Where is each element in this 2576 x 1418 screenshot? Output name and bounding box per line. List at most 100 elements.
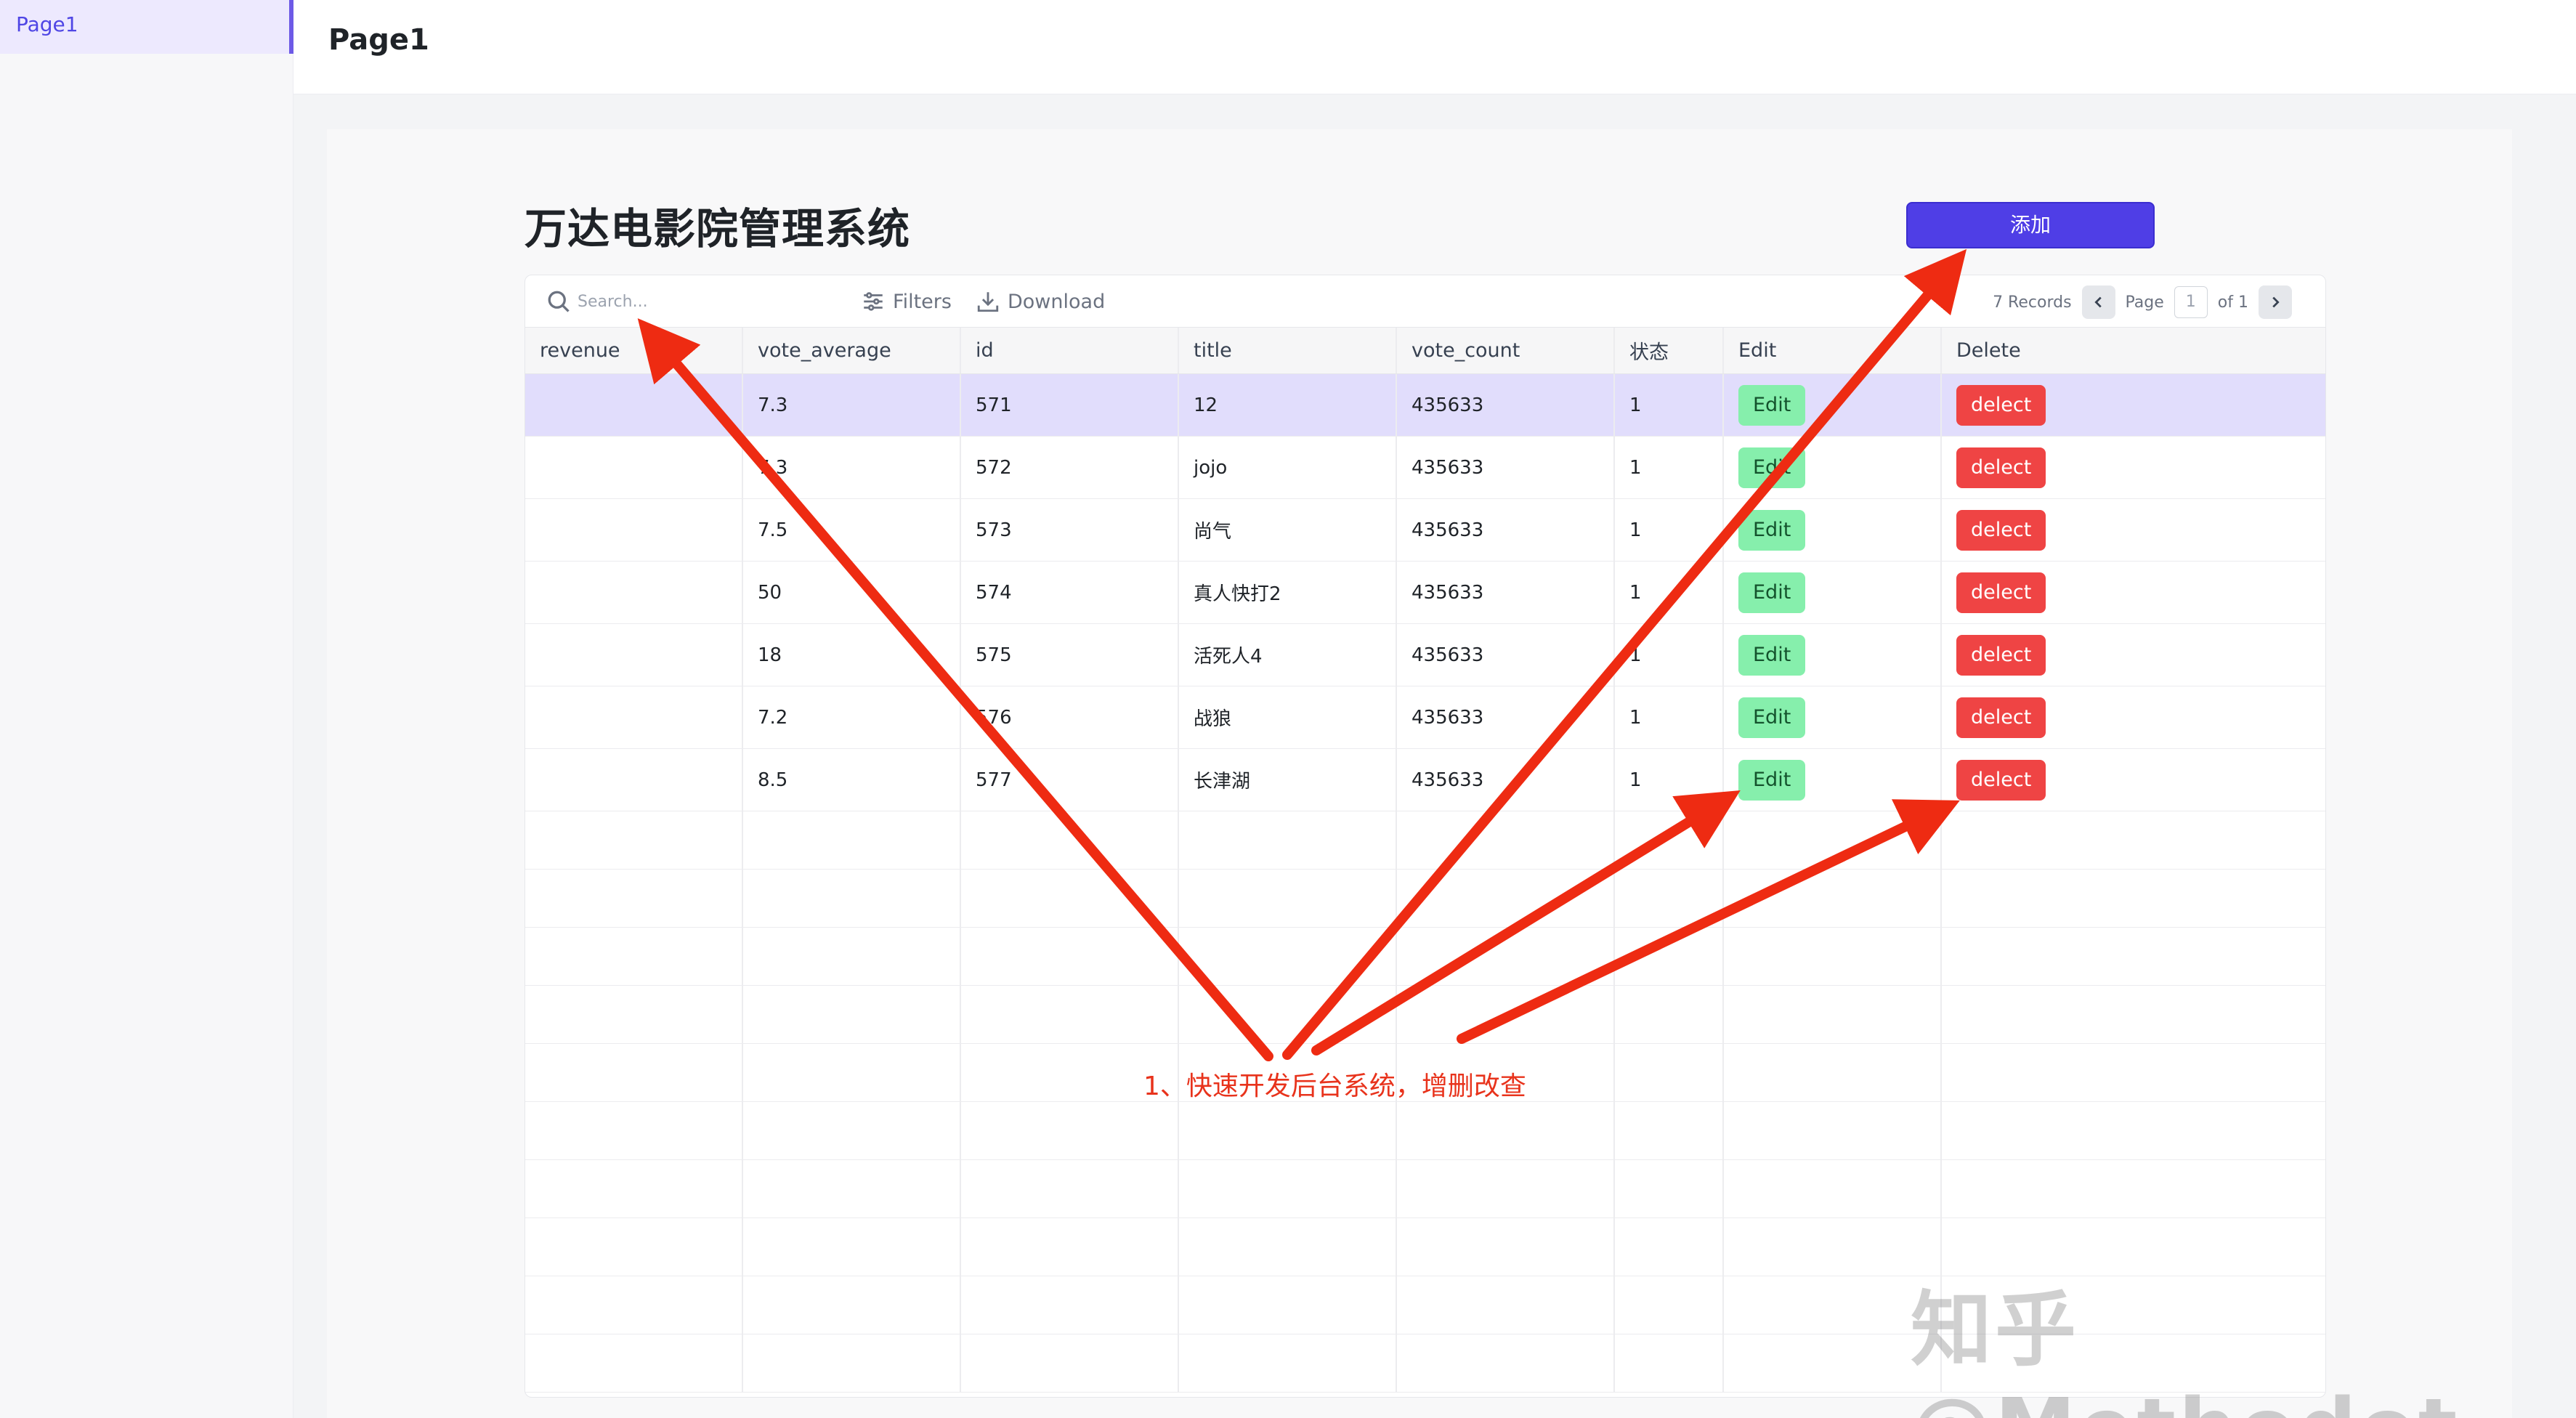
delete-button[interactable]: delect bbox=[1956, 759, 2046, 801]
edit-button[interactable]: Edit bbox=[1738, 759, 1806, 801]
edit-button[interactable]: Edit bbox=[1738, 509, 1806, 551]
cell-id: 575 bbox=[961, 624, 1179, 686]
cell-edit: Edit bbox=[1724, 374, 1942, 436]
cell-title: 长津湖 bbox=[1179, 749, 1397, 811]
cell-delete: delect bbox=[1942, 749, 2325, 811]
annotation-caption: 1、快速开发后台系统，增删改查 bbox=[1143, 1071, 1526, 1101]
table-row[interactable]: 8.5 577 长津湖 435633 1 Edit delect bbox=[525, 749, 2325, 811]
column-header-id[interactable]: id bbox=[961, 328, 1179, 373]
delete-button[interactable]: delect bbox=[1956, 509, 2046, 551]
cell-vote-count: 435633 bbox=[1397, 499, 1615, 561]
empty-row bbox=[525, 928, 2325, 986]
table-row[interactable]: 7.2 576 战狼 435633 1 Edit delect bbox=[525, 686, 2325, 749]
cell-edit: Edit bbox=[1724, 499, 1942, 561]
cell-id: 576 bbox=[961, 686, 1179, 748]
table-row[interactable]: 50 574 真人快打2 435633 1 Edit delect bbox=[525, 562, 2325, 624]
column-header-title[interactable]: title bbox=[1179, 328, 1397, 373]
chevron-left-icon bbox=[2094, 296, 2102, 308]
cell-revenue bbox=[525, 749, 743, 811]
cell-title: jojo bbox=[1179, 437, 1397, 498]
page-label: Page bbox=[2125, 293, 2164, 312]
cell-delete: delect bbox=[1942, 437, 2325, 498]
cell-status: 1 bbox=[1615, 562, 1724, 623]
delete-button[interactable]: delect bbox=[1956, 572, 2046, 613]
cell-delete: delect bbox=[1942, 686, 2325, 748]
search-icon bbox=[548, 291, 570, 312]
delete-button[interactable]: delect bbox=[1956, 697, 2046, 738]
cell-vote-count: 435633 bbox=[1397, 437, 1615, 498]
page-title: Page1 bbox=[328, 23, 429, 57]
empty-row bbox=[525, 1160, 2325, 1218]
cell-status: 1 bbox=[1615, 624, 1724, 686]
cell-id: 571 bbox=[961, 374, 1179, 436]
cell-delete: delect bbox=[1942, 562, 2325, 623]
cell-revenue bbox=[525, 374, 743, 436]
cell-title: 尚气 bbox=[1179, 499, 1397, 561]
table-row[interactable]: 18 575 活死人4 435633 1 Edit delect bbox=[525, 624, 2325, 686]
edit-button[interactable]: Edit bbox=[1738, 634, 1806, 676]
cell-delete: delect bbox=[1942, 499, 2325, 561]
cell-vote-average: 7.5 bbox=[743, 499, 961, 561]
column-header-edit: Edit bbox=[1724, 328, 1942, 373]
table-toolbar: Filters Download 7 Records Page 1 of 1 bbox=[525, 275, 2325, 328]
watermark: 知乎 @Methodot bbox=[1911, 1283, 2457, 1418]
records-count: 7 Records bbox=[1993, 293, 2072, 312]
data-table: revenue vote_average id title vote_count… bbox=[525, 328, 2325, 1393]
cell-revenue bbox=[525, 686, 743, 748]
cell-vote-average: 7.3 bbox=[743, 437, 961, 498]
next-page-button[interactable] bbox=[2259, 285, 2292, 319]
cell-edit: Edit bbox=[1724, 749, 1942, 811]
search-input[interactable] bbox=[578, 287, 795, 316]
cell-delete: delect bbox=[1942, 624, 2325, 686]
cell-id: 574 bbox=[961, 562, 1179, 623]
filters-icon bbox=[864, 292, 883, 311]
cell-revenue bbox=[525, 499, 743, 561]
edit-button[interactable]: Edit bbox=[1738, 572, 1806, 613]
cell-title: 12 bbox=[1179, 374, 1397, 436]
cell-vote-count: 435633 bbox=[1397, 374, 1615, 436]
download-button[interactable]: Download bbox=[976, 288, 1105, 315]
table-row[interactable]: 7.3 572 jojo 435633 1 Edit delect bbox=[525, 437, 2325, 499]
cell-revenue bbox=[525, 562, 743, 623]
header: Page1 bbox=[293, 0, 2576, 94]
edit-button[interactable]: Edit bbox=[1738, 447, 1806, 488]
cell-id: 572 bbox=[961, 437, 1179, 498]
sidebar: Page1 bbox=[0, 0, 293, 1418]
column-header-status[interactable]: 状态 bbox=[1615, 328, 1724, 373]
column-header-revenue[interactable]: revenue bbox=[525, 328, 743, 373]
cell-status: 1 bbox=[1615, 374, 1724, 436]
sidebar-item-page1[interactable]: Page1 bbox=[0, 0, 293, 54]
download-label: Download bbox=[1008, 290, 1106, 313]
cell-title: 战狼 bbox=[1179, 686, 1397, 748]
cell-id: 573 bbox=[961, 499, 1179, 561]
prev-page-button[interactable] bbox=[2081, 285, 2115, 319]
delete-button[interactable]: delect bbox=[1956, 384, 2046, 426]
cell-vote-average: 7.2 bbox=[743, 686, 961, 748]
edit-button[interactable]: Edit bbox=[1738, 384, 1806, 426]
cell-title: 活死人4 bbox=[1179, 624, 1397, 686]
table-row[interactable]: 7.3 571 12 435633 1 Edit delect bbox=[525, 374, 2325, 437]
delete-button[interactable]: delect bbox=[1956, 634, 2046, 676]
cell-vote-count: 435633 bbox=[1397, 562, 1615, 623]
pagination: 7 Records Page 1 of 1 bbox=[1993, 285, 2292, 319]
cell-status: 1 bbox=[1615, 437, 1724, 498]
column-header-vote-average[interactable]: vote_average bbox=[743, 328, 961, 373]
edit-button[interactable]: Edit bbox=[1738, 697, 1806, 738]
cell-revenue bbox=[525, 437, 743, 498]
column-header-vote-count[interactable]: vote_count bbox=[1397, 328, 1615, 373]
cell-id: 577 bbox=[961, 749, 1179, 811]
cell-edit: Edit bbox=[1724, 562, 1942, 623]
empty-row bbox=[525, 986, 2325, 1044]
cell-status: 1 bbox=[1615, 749, 1724, 811]
filters-button[interactable]: Filters bbox=[861, 288, 952, 315]
add-button[interactable]: 添加 bbox=[1906, 202, 2155, 248]
table-card: Filters Download 7 Records Page 1 of 1 r… bbox=[524, 275, 2326, 1398]
table-row[interactable]: 7.5 573 尚气 435633 1 Edit delect bbox=[525, 499, 2325, 562]
cell-vote-count: 435633 bbox=[1397, 749, 1615, 811]
page-total: of 1 bbox=[2217, 293, 2248, 312]
cell-vote-count: 435633 bbox=[1397, 624, 1615, 686]
page-number-input[interactable]: 1 bbox=[2174, 286, 2208, 318]
filters-label: Filters bbox=[893, 290, 952, 313]
download-icon bbox=[977, 292, 999, 312]
delete-button[interactable]: delect bbox=[1956, 447, 2046, 488]
